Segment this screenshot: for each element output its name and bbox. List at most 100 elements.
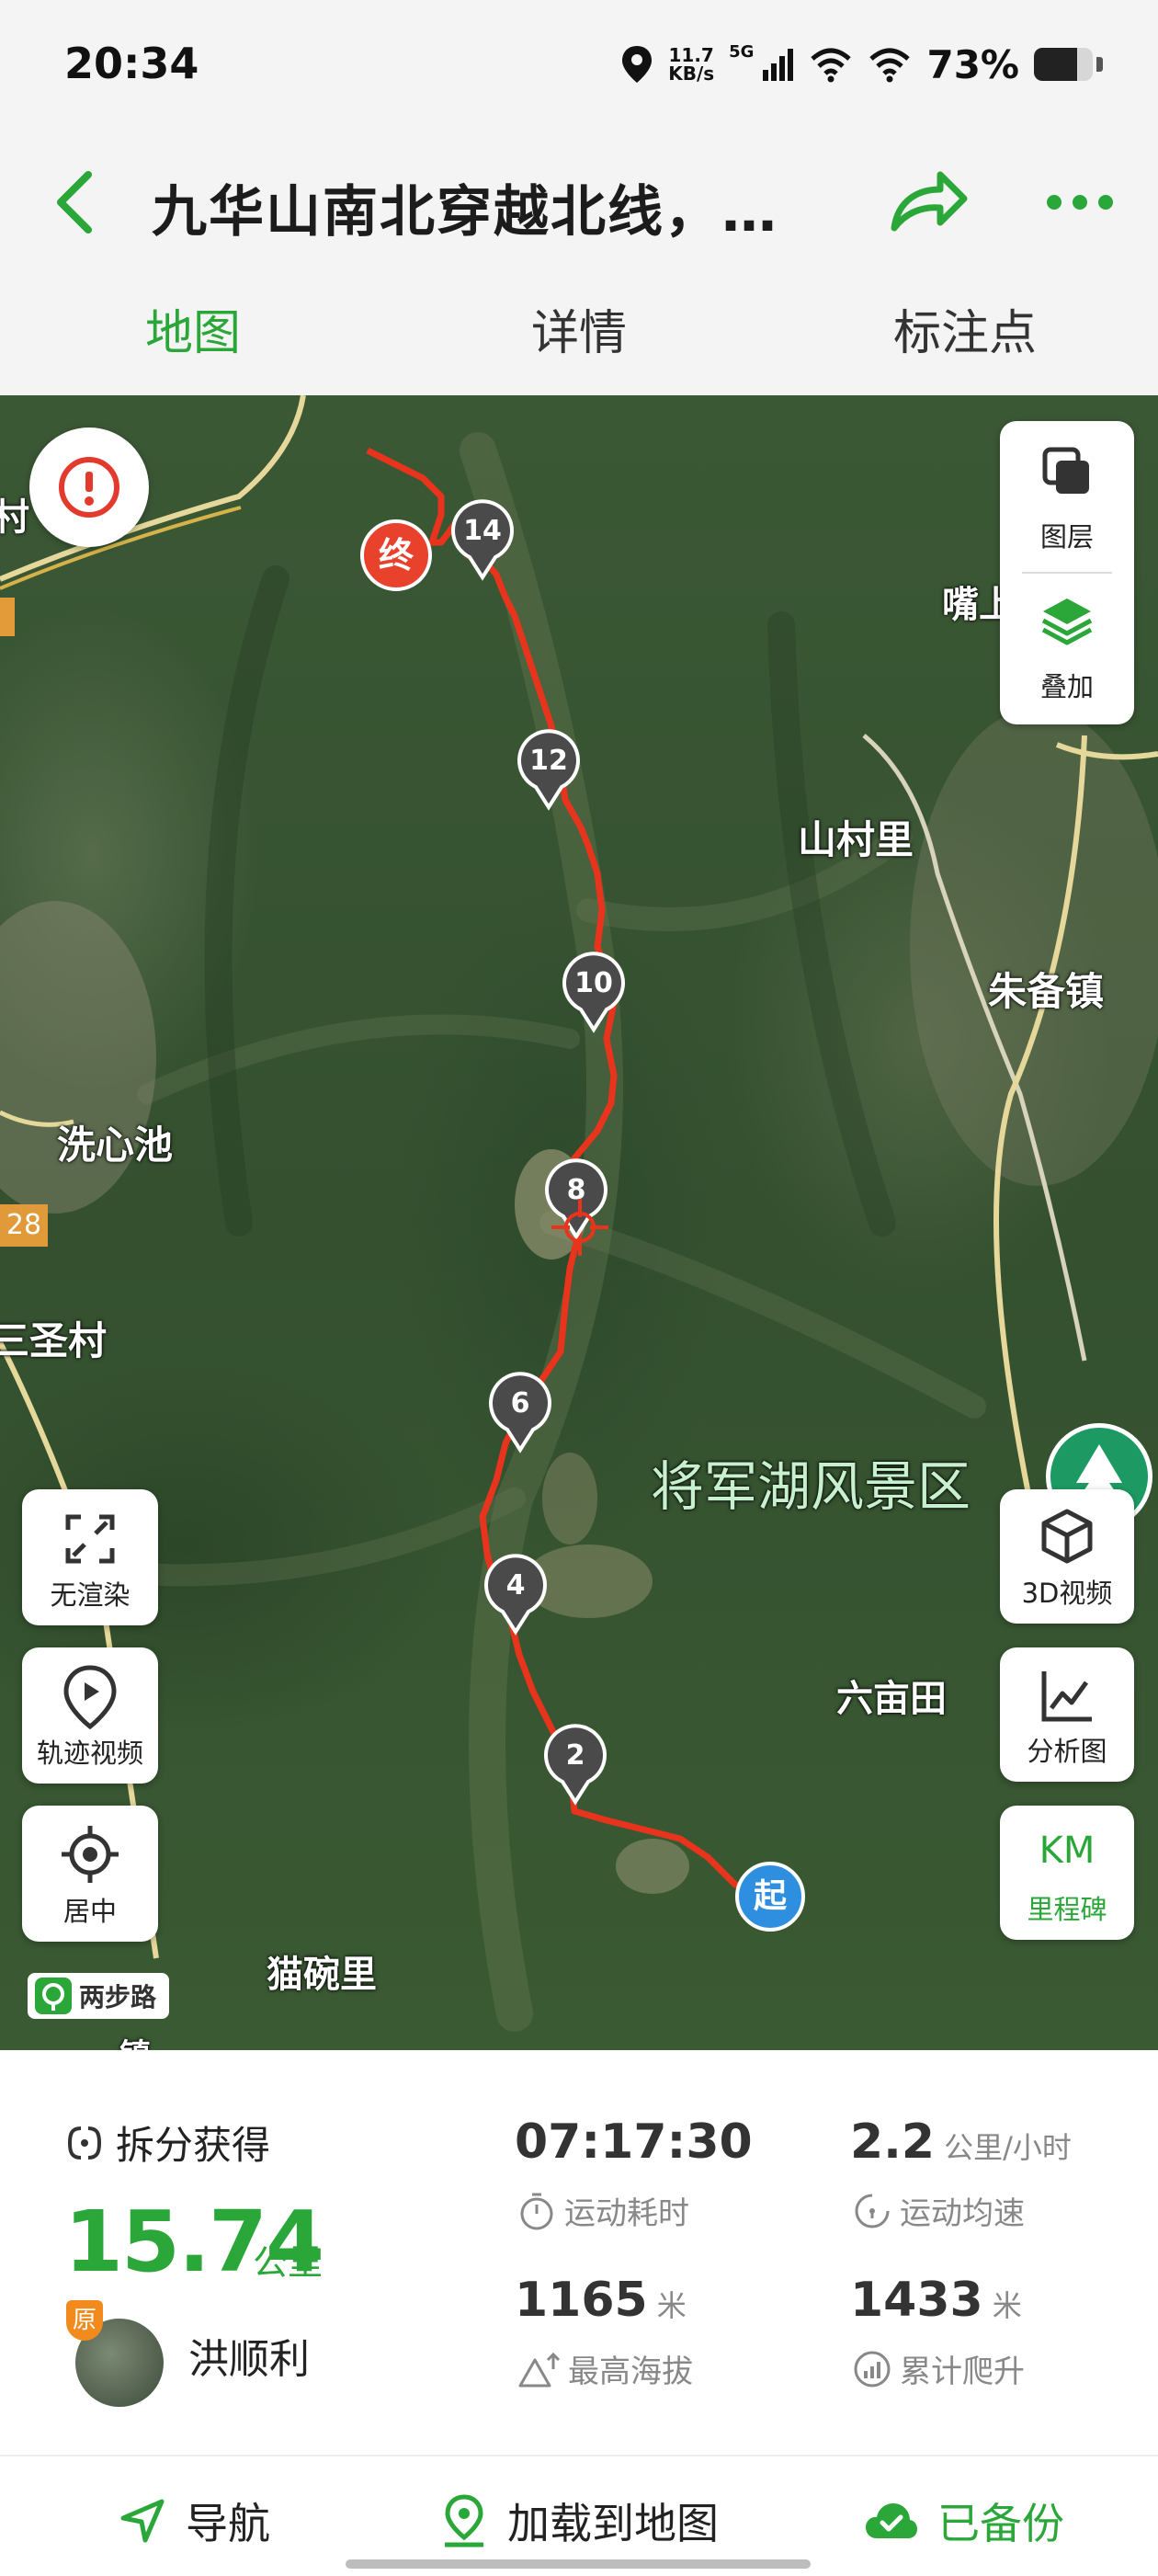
tab-markers[interactable]: 标注点: [873, 294, 1057, 405]
play-pin-icon: [63, 1665, 117, 1730]
max-altitude-label: 最高海拔: [568, 2354, 693, 2390]
load-to-map-label: 加载到地图: [507, 2499, 719, 2548]
page-title: 九华山南北穿越北线，…: [152, 180, 778, 245]
crosshair-icon: [551, 1199, 608, 1256]
network-type: 5G: [729, 41, 755, 62]
tab-bar: 地图 详情 标注点: [0, 294, 1158, 405]
wifi-icon-2: [869, 48, 911, 83]
mountain-icon: [518, 2352, 561, 2387]
climb-label: 累计爬升: [900, 2354, 1025, 2390]
backed-up-button[interactable]: 已备份: [864, 2484, 1064, 2558]
original-badge: 原: [66, 2300, 103, 2341]
climb-chart-icon: [854, 2351, 891, 2387]
navigate-button[interactable]: 导航: [118, 2484, 270, 2558]
place-cun: 村: [0, 496, 29, 539]
km-marker-label: 14: [463, 515, 502, 547]
layer-panel: 图层 叠加: [1000, 421, 1134, 724]
climb-number: 1433: [850, 2273, 983, 2328]
max-altitude-value: 1165 米: [515, 2273, 687, 2328]
km-marker-label: 2: [565, 1739, 585, 1772]
place-zhubeizhen: 朱备镇: [988, 969, 1105, 1014]
net-speed-value: 11.7: [668, 44, 714, 66]
load-to-map-button[interactable]: 加载到地图: [439, 2484, 719, 2558]
layers-button[interactable]: 图层: [1000, 421, 1134, 573]
net-speed: 11.7 KB/s: [668, 46, 714, 83]
app-logo-icon: [35, 1978, 72, 2014]
overlay-button[interactable]: 叠加: [1000, 573, 1134, 724]
tab-details[interactable]: 详情: [505, 294, 653, 405]
track-video-button[interactable]: 轨迹视频: [22, 1647, 158, 1784]
place-jiangjunhu: 将军湖风景区: [651, 1455, 971, 1518]
battery-percent: 73%: [926, 41, 1019, 87]
place-xixinchi: 洗心池: [57, 1123, 174, 1168]
home-indicator[interactable]: [346, 2559, 811, 2569]
km-marker-4[interactable]: 4: [482, 1553, 549, 1636]
km-marker-14[interactable]: 14: [449, 498, 516, 581]
track-video-label: 轨迹视频: [36, 1738, 143, 1769]
km-icon: KM: [1039, 1829, 1096, 1872]
milestone-label: 里程碑: [1027, 1894, 1107, 1925]
km-marker-label: 12: [529, 745, 568, 777]
km-marker-2[interactable]: 2: [542, 1723, 608, 1806]
start-marker[interactable]: 起: [735, 1862, 805, 1932]
split-icon: [67, 2126, 102, 2160]
3d-video-label: 3D视频: [1021, 1578, 1113, 1609]
center-label: 居中: [62, 1896, 117, 1927]
no-render-button[interactable]: 无渲染: [22, 1489, 158, 1625]
header: 九华山南北穿越北线，… 地图 详情 标注点: [0, 138, 1158, 405]
speed-number: 2.2: [850, 2114, 936, 2170]
cell-signal-icon: [763, 49, 794, 81]
share-button[interactable]: [887, 165, 970, 239]
alert-button[interactable]: [29, 427, 149, 547]
battery-icon: [1034, 48, 1093, 81]
cloud-check-icon: [866, 2503, 917, 2538]
locate-icon: [62, 1826, 119, 1883]
km-marker-12[interactable]: 12: [516, 728, 582, 811]
milestone-button[interactable]: KM 里程碑: [1000, 1806, 1134, 1940]
back-button[interactable]: [46, 165, 110, 239]
place-liumutian: 六亩田: [836, 1678, 947, 1720]
line-chart-icon: [1041, 1671, 1092, 1722]
username[interactable]: 洪顺利: [188, 2326, 310, 2385]
max-altitude-unit: 米: [656, 2288, 687, 2323]
wifi-icon: [811, 48, 852, 83]
location-icon: [622, 46, 653, 83]
net-speed-unit: KB/s: [668, 63, 715, 85]
overlay-stack-icon: [1041, 598, 1093, 645]
max-altitude-label-row: 最高海拔: [517, 2346, 693, 2391]
km-marker-label: 10: [574, 967, 613, 999]
overlay-label: 叠加: [1039, 671, 1094, 702]
analysis-chart-button[interactable]: 分析图: [1000, 1647, 1134, 1782]
duration-number: 07:17:30: [515, 2114, 753, 2170]
center-button[interactable]: 居中: [22, 1806, 158, 1942]
end-marker[interactable]: 终: [360, 519, 432, 591]
place-sanshengcun: 三圣村: [0, 1318, 108, 1363]
place-bottom-cut: 镇: [119, 2030, 151, 2050]
tab-map-label: 地图: [144, 306, 241, 361]
backed-up-label: 已备份: [937, 2499, 1064, 2548]
split-label: 拆分获得: [116, 2123, 271, 2168]
map-view[interactable]: 村 嘴上 山村里 朱备镇 洗心池 28 三圣村 将军湖风景区 六亩田 猫碗里 1…: [0, 395, 1158, 2050]
map-pin-icon: [445, 2494, 483, 2548]
place-maowanli: 猫碗里: [267, 1954, 377, 1996]
more-button[interactable]: [1043, 175, 1117, 230]
navigation-arrow-icon: [120, 2499, 165, 2543]
max-altitude-number: 1165: [515, 2273, 648, 2328]
speed-value: 2.2 公里/小时: [850, 2114, 1072, 2170]
navigate-label: 导航: [186, 2499, 270, 2548]
place-shancunli: 山村里: [798, 817, 914, 862]
expand-icon: [65, 1514, 115, 1564]
duration-label: 运动耗时: [564, 2195, 689, 2232]
speedometer-icon: [855, 2194, 890, 2228]
no-render-label: 无渲染: [50, 1579, 131, 1611]
3d-video-button[interactable]: 3D视频: [1000, 1489, 1134, 1624]
layers-label: 图层: [1039, 521, 1094, 553]
km-marker-label: 4: [505, 1569, 526, 1601]
km-marker-10[interactable]: 10: [561, 951, 627, 1033]
climb-unit: 米: [992, 2288, 1022, 2323]
tab-markers-label: 标注点: [892, 306, 1037, 361]
layers-icon: [1042, 447, 1089, 494]
tab-map[interactable]: 地图: [119, 294, 267, 405]
battery-tip: [1096, 57, 1103, 72]
km-marker-6[interactable]: 6: [487, 1371, 553, 1453]
